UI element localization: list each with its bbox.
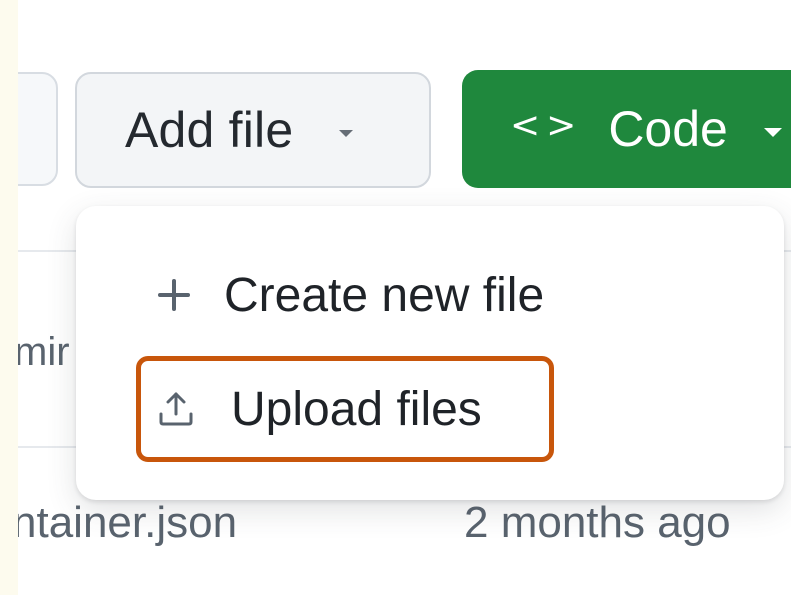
previous-toolbar-button[interactable]: [18, 72, 58, 186]
code-icon: <>: [510, 104, 583, 146]
code-button[interactable]: <> Code: [462, 70, 791, 188]
menu-item-upload-files[interactable]: Upload files: [136, 356, 554, 462]
plus-icon: [158, 279, 190, 311]
add-file-label: Add file: [125, 102, 294, 158]
file-updated-time: 2 months ago: [464, 498, 731, 547]
repo-file-area: Add file <> Code mir ntainer.json 2 mont…: [18, 0, 791, 595]
add-file-button[interactable]: Add file: [75, 72, 431, 188]
code-label: Code: [608, 101, 728, 157]
chevron-down-icon: [763, 127, 782, 137]
upload-icon: [159, 392, 193, 426]
menu-item-label: Upload files: [231, 382, 482, 436]
file-name-link[interactable]: ntainer.json: [18, 498, 237, 548]
commit-message-partial: mir: [18, 330, 70, 374]
menu-item-label: Create new file: [224, 268, 545, 322]
menu-item-create-new-file[interactable]: Create new file: [158, 262, 544, 328]
chevron-down-icon: [339, 129, 354, 137]
